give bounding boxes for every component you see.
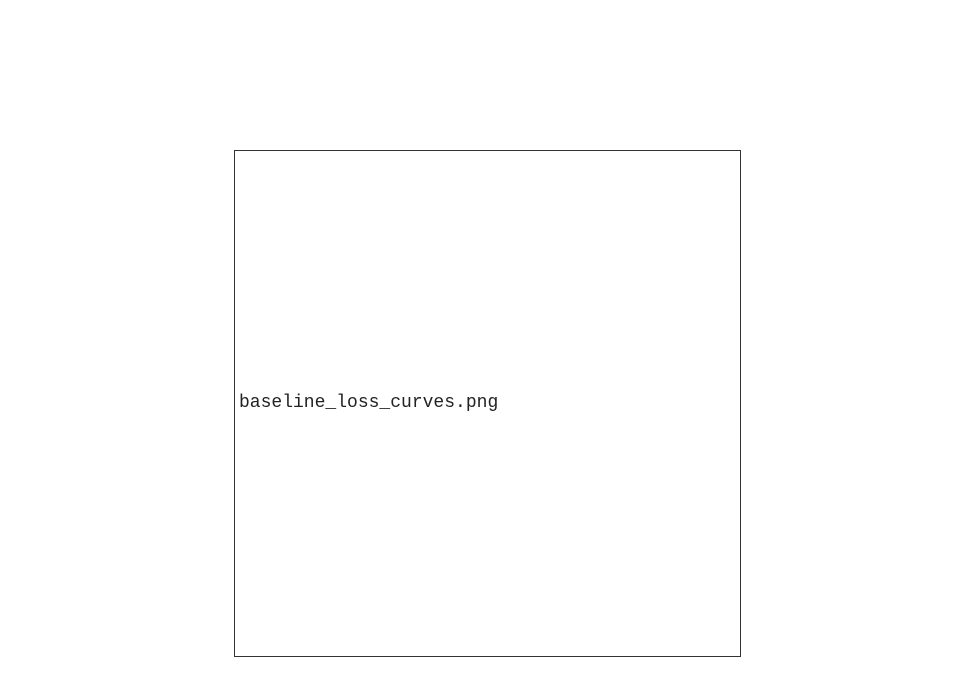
- figure-placeholder: baseline_loss_curves.png: [234, 150, 741, 657]
- figure-filename: baseline_loss_curves.png: [239, 393, 499, 413]
